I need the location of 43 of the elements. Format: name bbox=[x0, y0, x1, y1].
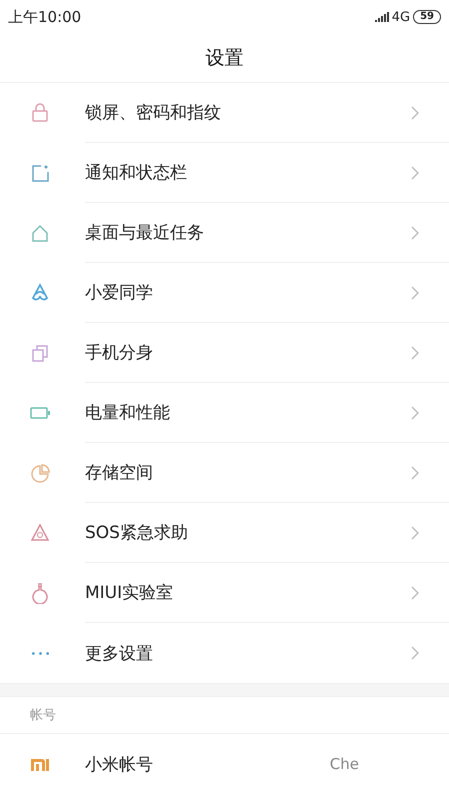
settings-item[interactable]: 小米帐号 Che bbox=[0, 734, 449, 794]
chevron-icon bbox=[411, 286, 419, 300]
flask-icon bbox=[29, 582, 51, 604]
settings-item[interactable]: 通知和状态栏 bbox=[0, 143, 449, 203]
item-label: 通知和状态栏 bbox=[85, 162, 187, 184]
item-label: 存储空间 bbox=[85, 462, 153, 484]
chevron-icon bbox=[411, 526, 419, 540]
item-label: 桌面与最近任务 bbox=[85, 222, 204, 244]
more-icon bbox=[32, 652, 48, 654]
item-label: 锁屏、密码和指纹 bbox=[85, 102, 221, 124]
signal-icon bbox=[374, 12, 389, 22]
settings-item[interactable]: 锁屏、密码和指纹 bbox=[0, 83, 449, 143]
battery-level: 59 bbox=[413, 10, 441, 24]
section-header: 帐号 bbox=[0, 697, 449, 734]
chevron-icon bbox=[411, 406, 419, 420]
page-title: 设置 bbox=[0, 34, 449, 83]
item-label: MIUI实验室 bbox=[85, 582, 174, 604]
settings-item[interactable]: MIUI实验室 bbox=[0, 563, 449, 623]
chevron-icon bbox=[411, 466, 419, 480]
warning-icon bbox=[29, 522, 51, 544]
chevron-icon bbox=[411, 226, 419, 240]
settings-item[interactable]: 小爱同学 bbox=[0, 263, 449, 323]
settings-item[interactable]: SOS紧急求助 bbox=[0, 503, 449, 563]
chevron-icon bbox=[411, 646, 419, 660]
chevron-icon bbox=[411, 586, 419, 600]
item-label: SOS紧急求助 bbox=[85, 522, 188, 544]
pie-chart-icon bbox=[29, 462, 51, 484]
chevron-icon bbox=[411, 346, 419, 360]
settings-item[interactable]: 更多设置 bbox=[0, 623, 449, 683]
network-type: 4G bbox=[392, 10, 410, 24]
item-label: 小米帐号 bbox=[85, 754, 153, 776]
settings-item[interactable]: 存储空间 bbox=[0, 443, 449, 503]
item-label: 更多设置 bbox=[85, 642, 153, 664]
item-label: 手机分身 bbox=[85, 342, 153, 364]
settings-item[interactable]: 电量和性能 bbox=[0, 383, 449, 443]
item-label: 电量和性能 bbox=[85, 402, 170, 424]
settings-item[interactable]: 桌面与最近任务 bbox=[0, 203, 449, 263]
chevron-icon bbox=[411, 166, 419, 180]
item-value: Che bbox=[330, 755, 359, 773]
settings-item[interactable]: 手机分身 bbox=[0, 323, 449, 383]
status-time: 上午10:00 bbox=[8, 8, 82, 26]
chevron-icon bbox=[411, 106, 419, 120]
item-label: 小爱同学 bbox=[85, 282, 153, 304]
